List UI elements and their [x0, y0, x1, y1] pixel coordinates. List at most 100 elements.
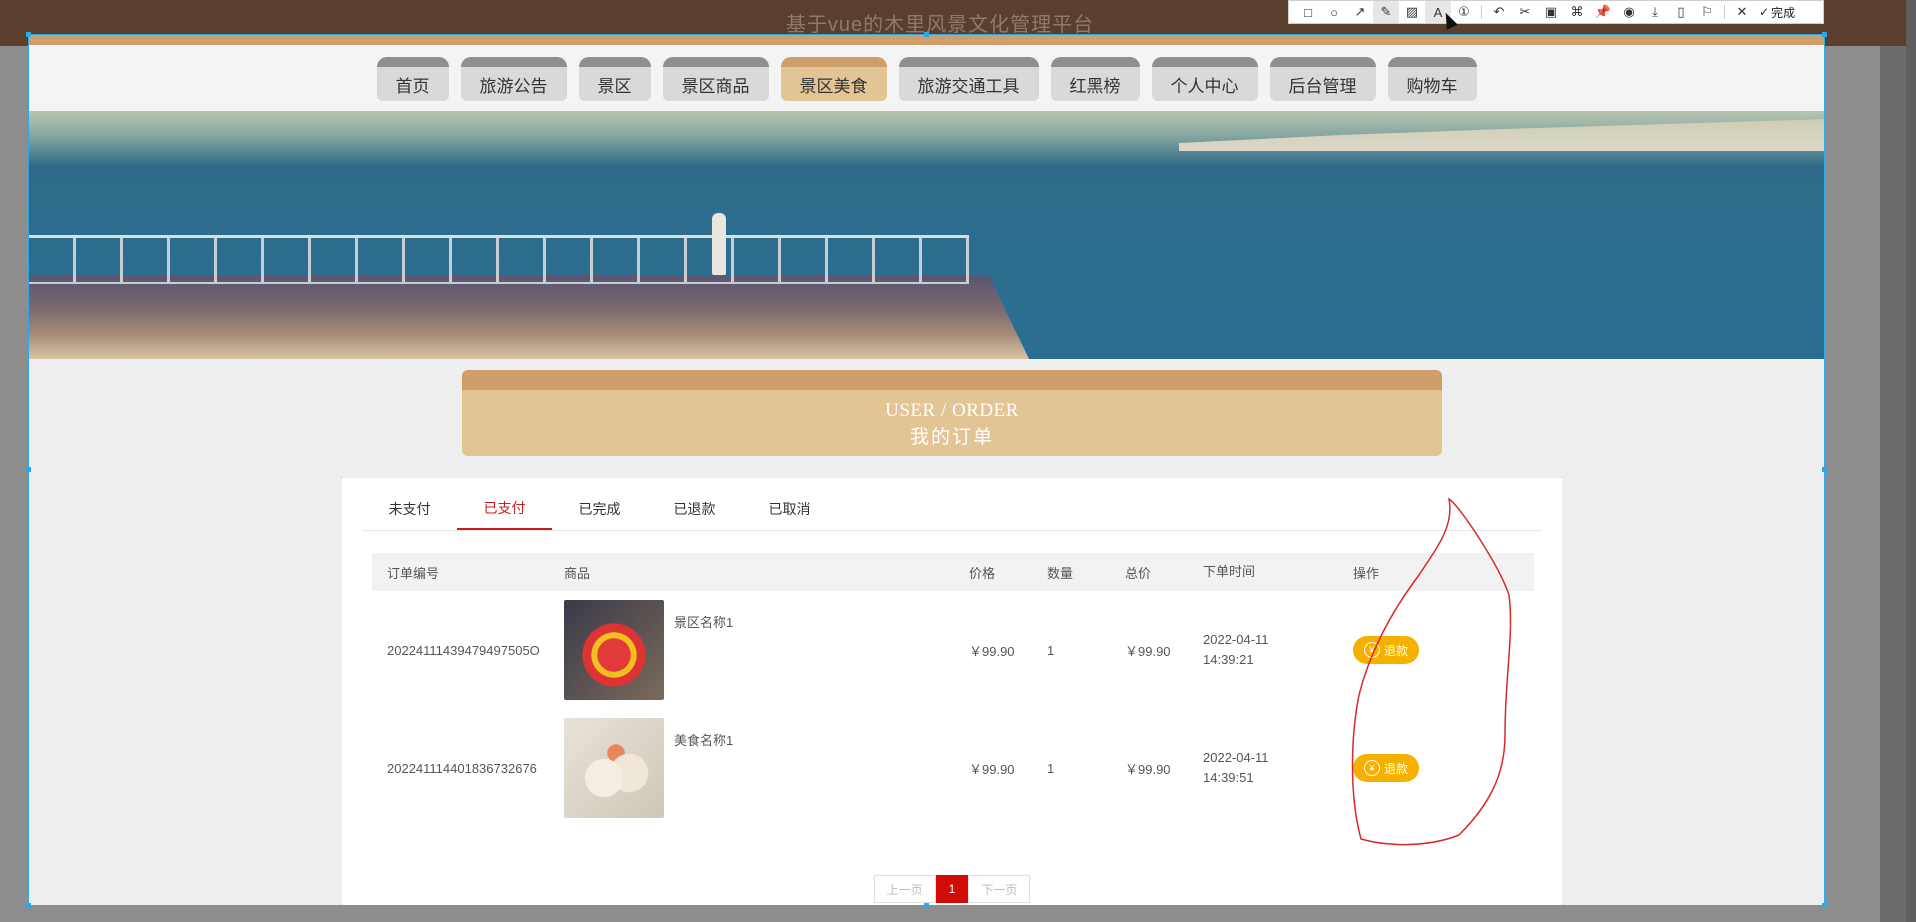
banner-image — [29, 111, 1824, 359]
nav-item-cart[interactable]: 购物车 — [1387, 57, 1477, 101]
next-page-button[interactable]: 下一页 — [968, 875, 1031, 903]
goods-name[interactable]: 美食名称1 — [674, 730, 733, 749]
total: ￥99.90 — [1125, 643, 1171, 659]
tab-unpaid[interactable]: 未支付 — [362, 488, 457, 530]
toolbar-divider — [1481, 5, 1482, 19]
nav-bar: 首页 旅游公告 景区 景区商品 景区美食 旅游交通工具 红黑榜 个人中心 后台管… — [29, 35, 1824, 111]
ocr-icon[interactable]: ▣ — [1538, 1, 1564, 23]
banner-pier — [29, 276, 1029, 359]
undo-icon[interactable]: ↶ — [1486, 1, 1512, 23]
yen-icon: ¥ — [1364, 642, 1380, 658]
order-header-cn: 我的订单 — [909, 427, 994, 448]
nav-item-scenic-food[interactable]: 景区美食 — [780, 57, 887, 101]
order-date: 2022-04-11 — [1203, 750, 1269, 765]
screenshot-toolbar: □ ○ ↗ ✎ ▨ A ① ↶ ✂ ▣ ⌘ 📌 ◉ ⤓ ▯ ⚐ ✕ ✓ 完成 — [1288, 0, 1824, 24]
pagination: 上一页 1 下一页 — [342, 875, 1562, 903]
selection-handle[interactable] — [924, 32, 929, 37]
mosaic-tool-icon[interactable]: ▨ — [1399, 1, 1425, 23]
toolbar-divider — [1724, 5, 1725, 19]
actions-cell: ¥ 退款 — [1353, 754, 1503, 782]
header-total: 总价 — [1125, 565, 1152, 581]
banner-cliff — [1179, 119, 1824, 151]
ellipse-tool-icon[interactable]: ○ — [1321, 1, 1347, 23]
refund-label: 退款 — [1384, 761, 1409, 776]
price: ￥99.90 — [969, 643, 1015, 659]
header-price: 价格 — [969, 565, 996, 581]
table-row: 202241114401836732676 美食名称1 ￥99.90 1 ￥99… — [372, 709, 1534, 827]
quantity: 1 — [1047, 642, 1055, 658]
total: ￥99.90 — [1125, 761, 1171, 777]
goods-cell: 美食名称1 — [564, 718, 969, 818]
tab-paid[interactable]: 已支付 — [457, 488, 552, 530]
nav-item-transport[interactable]: 旅游交通工具 — [898, 57, 1039, 101]
phone-icon[interactable]: ▯ — [1668, 1, 1694, 23]
nav-item-scenic[interactable]: 景区 — [578, 57, 651, 101]
actions-cell: ¥ 退款 — [1353, 636, 1503, 664]
page-scrollbar[interactable] — [1906, 0, 1916, 922]
table-header: 订单编号 商品 价格 数量 总价 下单时间 操作 — [372, 553, 1534, 591]
quantity: 1 — [1047, 760, 1055, 776]
order-date: 2022-04-11 — [1203, 632, 1269, 647]
food-image[interactable] — [564, 718, 664, 818]
order-time: 2022-04-11 14:39:21 — [1203, 630, 1353, 670]
prev-page-button[interactable]: 上一页 — [873, 875, 936, 903]
nav-item-user-center[interactable]: 个人中心 — [1151, 57, 1258, 101]
refund-button[interactable]: ¥ 退款 — [1353, 754, 1420, 782]
main-nav: 首页 旅游公告 景区 景区商品 景区美食 旅游交通工具 红黑榜 个人中心 后台管… — [29, 57, 1824, 101]
selection-handle[interactable] — [26, 903, 31, 908]
selection-handle[interactable] — [26, 32, 31, 37]
nav-item-admin[interactable]: 后台管理 — [1269, 57, 1376, 101]
selection-handle[interactable] — [26, 467, 31, 472]
tab-completed[interactable]: 已完成 — [552, 488, 647, 530]
goods-cell: 景区名称1 — [564, 600, 969, 700]
pin-icon[interactable]: 📌 — [1590, 1, 1616, 23]
goods-name[interactable]: 景区名称1 — [674, 612, 733, 631]
selection-handle[interactable] — [924, 903, 929, 908]
selection-handle[interactable] — [1822, 903, 1827, 908]
header-order-time: 下单时间 — [1203, 564, 1256, 579]
banner-person — [712, 213, 726, 275]
record-icon[interactable]: ◉ — [1616, 1, 1642, 23]
yen-icon: ¥ — [1364, 760, 1380, 776]
done-label: 完成 — [1771, 5, 1796, 20]
header-goods: 商品 — [564, 565, 591, 581]
tab-cancelled[interactable]: 已取消 — [742, 488, 837, 530]
nav-item-ranking[interactable]: 红黑榜 — [1050, 57, 1140, 101]
translate-icon[interactable]: ⌘ — [1564, 1, 1590, 23]
banner-railing — [29, 235, 969, 284]
selection-handle[interactable] — [1822, 32, 1827, 37]
bookmark-icon[interactable]: ⚐ — [1694, 1, 1720, 23]
order-panel: 未支付 已支付 已完成 已退款 已取消 订单编号 商品 价格 数量 总价 下单时… — [341, 477, 1563, 905]
done-button[interactable]: ✓ 完成 — [1755, 4, 1799, 21]
order-clock: 14:39:51 — [1203, 770, 1254, 785]
scissors-icon[interactable]: ✂ — [1512, 1, 1538, 23]
nav-item-home[interactable]: 首页 — [376, 57, 449, 101]
refund-label: 退款 — [1384, 643, 1409, 658]
order-id: 20224111439479497505O — [387, 642, 540, 658]
rectangle-tool-icon[interactable]: □ — [1295, 1, 1321, 23]
page-1-button[interactable]: 1 — [935, 875, 969, 903]
price: ￥99.90 — [969, 761, 1015, 777]
close-icon[interactable]: ✕ — [1729, 1, 1755, 23]
refund-button[interactable]: ¥ 退款 — [1353, 636, 1420, 664]
header-actions: 操作 — [1353, 565, 1380, 581]
toy-image[interactable] — [564, 600, 664, 700]
selection-handle[interactable] — [1822, 467, 1827, 472]
download-icon[interactable]: ⤓ — [1642, 1, 1668, 23]
nav-item-scenic-goods[interactable]: 景区商品 — [662, 57, 769, 101]
pen-tool-icon[interactable]: ✎ — [1373, 1, 1399, 23]
order-table: 订单编号 商品 价格 数量 总价 下单时间 操作 202241114394794… — [372, 553, 1534, 827]
order-clock: 14:39:21 — [1203, 652, 1254, 667]
tab-refunded[interactable]: 已退款 — [647, 488, 742, 530]
header-order-id: 订单编号 — [387, 565, 440, 581]
check-icon: ✓ — [1759, 5, 1770, 19]
order-tabs: 未支付 已支付 已完成 已退款 已取消 — [362, 488, 1542, 531]
arrow-tool-icon[interactable]: ↗ — [1347, 1, 1373, 23]
order-header: USER / ORDER 我的订单 — [462, 370, 1442, 456]
order-time: 2022-04-11 14:39:51 — [1203, 748, 1353, 788]
nav-item-announcements[interactable]: 旅游公告 — [460, 57, 567, 101]
header-qty: 数量 — [1047, 565, 1074, 581]
order-header-en: USER / ORDER — [885, 400, 1019, 421]
order-id: 202241114401836732676 — [387, 760, 537, 776]
capture-region[interactable]: 首页 旅游公告 景区 景区商品 景区美食 旅游交通工具 红黑榜 个人中心 后台管… — [28, 34, 1825, 906]
